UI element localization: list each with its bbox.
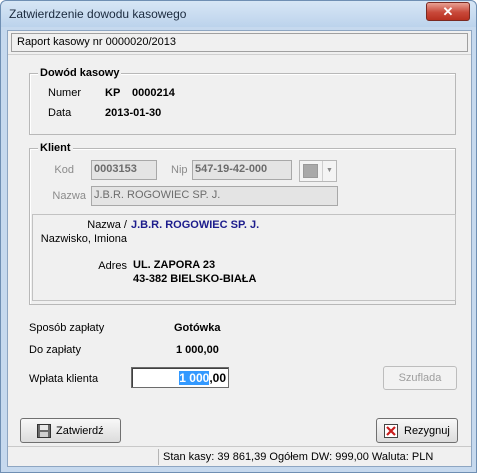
szuflada-button[interactable]: Szuflada <box>383 366 457 390</box>
wplata-rest-text: ,00 <box>209 371 226 385</box>
sposob-label: Sposób zapłaty <box>29 322 105 334</box>
nazwa2-label-1: Nazwa / <box>87 219 127 231</box>
color-swatch <box>303 164 318 178</box>
kod-value: 0003153 <box>94 163 137 175</box>
dialog-window: Zatwierdzenie dowodu kasowego ✕ Raport k… <box>0 0 477 473</box>
wplata-label: Wpłata klienta <box>29 373 99 385</box>
raport-header: Raport kasowy nr 0000020/2013 <box>11 33 468 52</box>
sposob-value: Gotówka <box>174 322 221 334</box>
header-divider <box>8 54 471 55</box>
data-value: 2013-01-30 <box>105 107 162 119</box>
client-type-dropdown[interactable]: ▼ <box>299 160 337 182</box>
numer-label: Numer <box>48 87 82 99</box>
rezygnuj-label: Rezygnuj <box>404 425 450 437</box>
chevron-down-icon: ▼ <box>322 161 336 181</box>
title-bar[interactable]: Zatwierdzenie dowodu kasowego ✕ <box>1 1 476 27</box>
nazwa-value: J.B.R. ROGOWIEC SP. J. <box>94 189 221 201</box>
status-divider <box>158 449 159 465</box>
adres-label: Adres <box>98 260 127 272</box>
klient-legend: Klient <box>38 142 73 154</box>
wplata-selected-text: 1 000 <box>179 371 210 385</box>
close-icon: ✕ <box>442 4 454 19</box>
zatwierdz-label: Zatwierdź <box>56 425 104 437</box>
nip-label: Nip <box>171 164 188 176</box>
dowod-group <box>29 73 456 135</box>
kod-label: Kod <box>54 164 74 176</box>
do-zaplaty-value: 1 000,00 <box>176 344 219 356</box>
szuflada-label: Szuflada <box>398 372 442 384</box>
save-disk-icon <box>37 424 51 438</box>
nip-field: 547-19-42-000 <box>192 160 292 180</box>
zatwierdz-button[interactable]: Zatwierdź <box>20 418 121 443</box>
dialog-content: Raport kasowy nr 0000020/2013 Dowód kaso… <box>7 30 472 467</box>
numer-prefix: KP <box>105 87 121 99</box>
raport-label: Raport kasowy nr 0000020/2013 <box>17 36 176 48</box>
client-name: J.B.R. ROGOWIEC SP. J. <box>131 219 260 231</box>
close-button[interactable]: ✕ <box>426 2 470 21</box>
nazwa-field: J.B.R. ROGOWIEC SP. J. <box>91 186 338 206</box>
dowod-legend: Dowód kasowy <box>38 67 122 79</box>
cancel-x-icon <box>384 424 398 438</box>
nazwa2-label-2: Nazwisko, Imiona <box>40 233 127 245</box>
adres-line-1: UL. ZAPORA 23 <box>133 259 216 271</box>
rezygnuj-button[interactable]: Rezygnuj <box>376 418 458 443</box>
do-zaplaty-label: Do zapłaty <box>29 344 81 356</box>
window-title: Zatwierdzenie dowodu kasowego <box>9 7 187 21</box>
nip-value: 547-19-42-000 <box>195 163 268 175</box>
wplata-input[interactable]: 1 000,00 <box>131 367 229 388</box>
status-text: Stan kasy: 39 861,39 Ogółem DW: 999,00 W… <box>163 451 434 463</box>
nazwa-label: Nazwa <box>52 190 86 202</box>
kod-field: 0003153 <box>91 160 157 180</box>
numer-value: 0000214 <box>132 87 175 99</box>
status-bar: Stan kasy: 39 861,39 Ogółem DW: 999,00 W… <box>8 446 471 466</box>
adres-line-2: 43-382 BIELSKO-BIAŁA <box>133 273 257 285</box>
data-label: Data <box>48 107 72 119</box>
